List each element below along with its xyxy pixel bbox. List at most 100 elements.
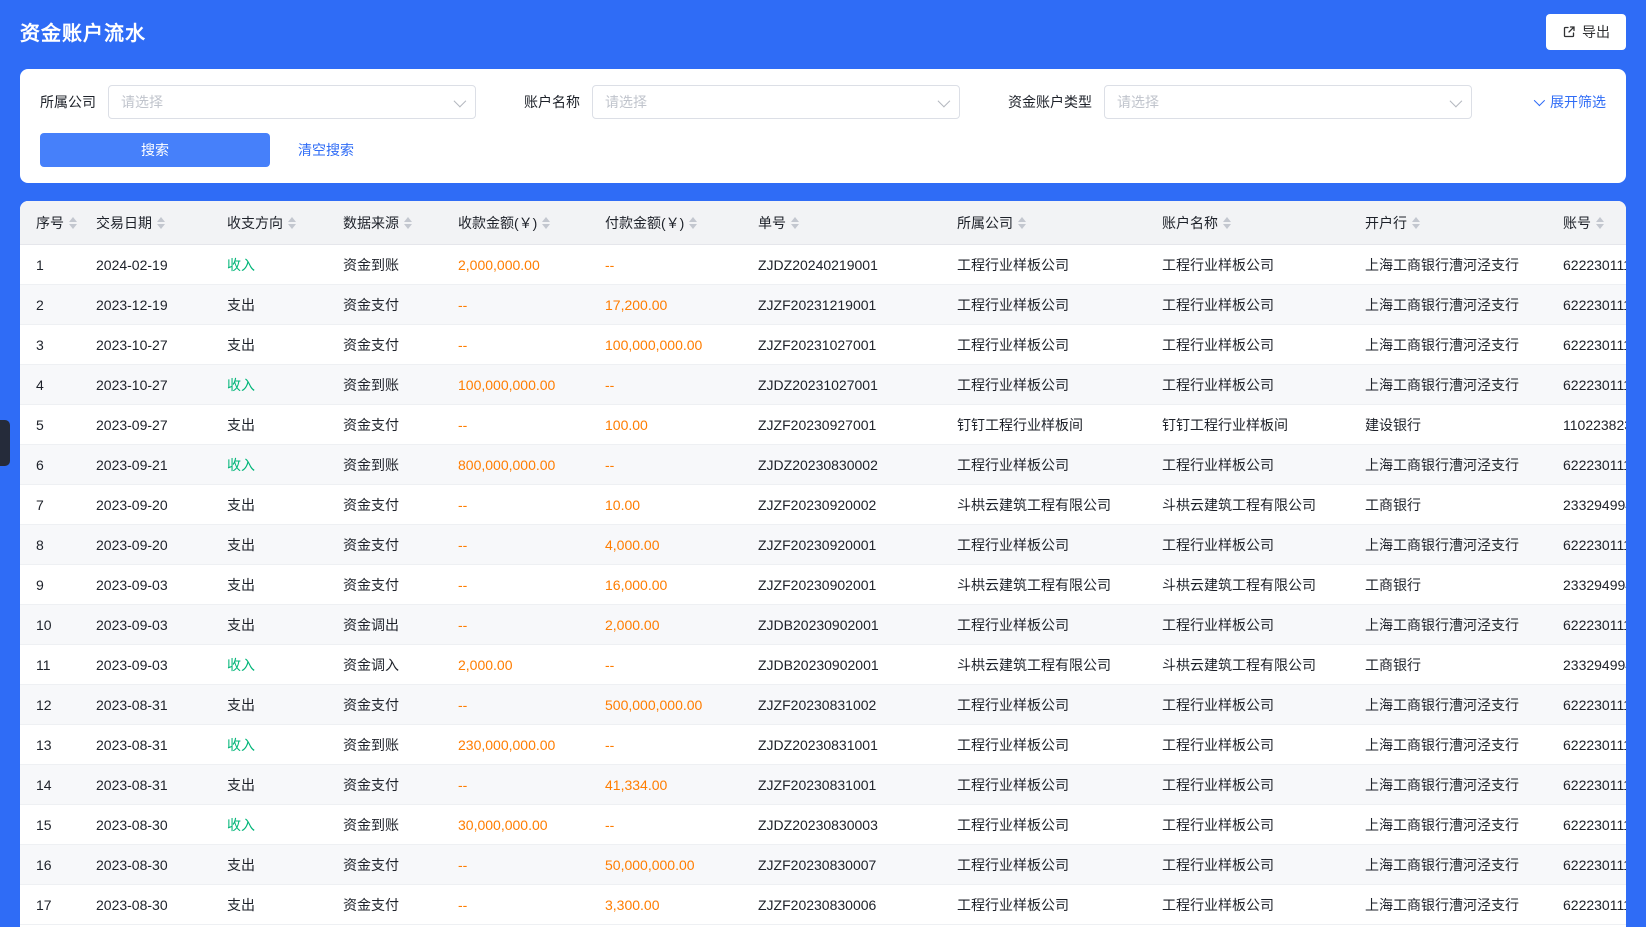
- cell-income: --: [448, 497, 595, 513]
- cell-source: 资金支付: [333, 495, 448, 515]
- chevron-down-icon: [1450, 94, 1463, 107]
- filter-group-account-type: 资金账户类型 请选择: [1008, 85, 1472, 119]
- cell-date: 2023-09-20: [86, 537, 217, 553]
- sort-icon[interactable]: [1596, 217, 1604, 229]
- table-header-row: 序号 交易日期 收支方向 数据来源 收款金额(￥) 付款金额(￥) 单号 所属: [20, 201, 1626, 245]
- cell-account_no: 622230111: [1553, 737, 1626, 753]
- cell-payment: 100.00: [595, 417, 748, 433]
- cell-direction: 支出: [217, 495, 333, 515]
- cell-payment: --: [595, 817, 748, 833]
- sort-icon[interactable]: [288, 217, 296, 229]
- chevron-down-icon: [938, 94, 951, 107]
- cell-income: --: [448, 697, 595, 713]
- cell-bank: 上海工商银行漕河泾支行: [1355, 615, 1553, 635]
- column-header-company[interactable]: 所属公司: [947, 213, 1152, 233]
- cell-account_no: 622230111: [1553, 257, 1626, 273]
- expand-filters-link[interactable]: 展开筛选: [1534, 92, 1606, 112]
- table-row: 122023-08-31支出资金支付--500,000,000.00ZJZF20…: [20, 685, 1626, 725]
- cell-income: 800,000,000.00: [448, 457, 595, 473]
- column-header-bank[interactable]: 开户行: [1355, 213, 1553, 233]
- sort-icon[interactable]: [542, 217, 550, 229]
- column-header-order-no[interactable]: 单号: [748, 213, 947, 233]
- cell-company: 斗栱云建筑工程有限公司: [947, 495, 1152, 515]
- account-type-filter-label: 资金账户类型: [1008, 92, 1092, 112]
- cell-account_name: 工程行业样板公司: [1152, 695, 1355, 715]
- cell-company: 工程行业样板公司: [947, 615, 1152, 635]
- sort-icon[interactable]: [157, 217, 165, 229]
- cell-direction: 收入: [217, 655, 333, 675]
- cell-order_no: ZJDZ20230831001: [748, 737, 947, 753]
- transactions-table: 序号 交易日期 收支方向 数据来源 收款金额(￥) 付款金额(￥) 单号 所属: [20, 201, 1626, 927]
- cell-date: 2023-09-03: [86, 617, 217, 633]
- column-header-account-name[interactable]: 账户名称: [1152, 213, 1355, 233]
- column-label: 收支方向: [227, 213, 283, 233]
- cell-payment: 50,000,000.00: [595, 857, 748, 873]
- sort-icon[interactable]: [404, 217, 412, 229]
- cell-account_name: 斗栱云建筑工程有限公司: [1152, 655, 1355, 675]
- column-header-income[interactable]: 收款金额(￥): [448, 213, 595, 233]
- cell-account_name: 工程行业样板公司: [1152, 255, 1355, 275]
- cell-order_no: ZJDZ20231027001: [748, 377, 947, 393]
- side-drawer-handle[interactable]: [0, 420, 10, 466]
- sort-icon[interactable]: [69, 217, 77, 229]
- column-header-direction[interactable]: 收支方向: [217, 213, 333, 233]
- cell-date: 2023-08-31: [86, 697, 217, 713]
- cell-direction: 支出: [217, 695, 333, 715]
- table-row: 92023-09-03支出资金支付--16,000.00ZJZF20230902…: [20, 565, 1626, 605]
- column-header-payment[interactable]: 付款金额(￥): [595, 213, 748, 233]
- cell-payment: 100,000,000.00: [595, 337, 748, 353]
- table-row: 32023-10-27支出资金支付--100,000,000.00ZJZF202…: [20, 325, 1626, 365]
- cell-bank: 上海工商银行漕河泾支行: [1355, 375, 1553, 395]
- company-select[interactable]: 请选择: [108, 85, 476, 119]
- cell-source: 资金调入: [333, 655, 448, 675]
- cell-order_no: ZJZF20230920001: [748, 537, 947, 553]
- cell-payment: 2,000.00: [595, 617, 748, 633]
- export-button[interactable]: 导出: [1546, 14, 1626, 50]
- cell-company: 工程行业样板公司: [947, 255, 1152, 275]
- column-header-account-no[interactable]: 账号: [1553, 213, 1626, 233]
- cell-seq: 11: [20, 657, 86, 673]
- cell-order_no: ZJZF20231219001: [748, 297, 947, 313]
- column-header-date[interactable]: 交易日期: [86, 213, 217, 233]
- cell-income: 230,000,000.00: [448, 737, 595, 753]
- filter-group-account: 账户名称 请选择: [524, 85, 960, 119]
- cell-company: 工程行业样板公司: [947, 775, 1152, 795]
- cell-order_no: ZJZF20230902001: [748, 577, 947, 593]
- cell-company: 工程行业样板公司: [947, 535, 1152, 555]
- account-type-select[interactable]: 请选择: [1104, 85, 1472, 119]
- cell-direction: 支出: [217, 415, 333, 435]
- cell-income: 2,000,000.00: [448, 257, 595, 273]
- cell-account_name: 工程行业样板公司: [1152, 855, 1355, 875]
- sort-icon[interactable]: [791, 217, 799, 229]
- cell-bank: 上海工商银行漕河泾支行: [1355, 775, 1553, 795]
- cell-bank: 上海工商银行漕河泾支行: [1355, 335, 1553, 355]
- cell-bank: 上海工商银行漕河泾支行: [1355, 455, 1553, 475]
- column-header-seq[interactable]: 序号: [20, 213, 86, 233]
- column-header-source[interactable]: 数据来源: [333, 213, 448, 233]
- cell-bank: 上海工商银行漕河泾支行: [1355, 695, 1553, 715]
- cell-company: 钉钉工程行业样板间: [947, 415, 1152, 435]
- search-button[interactable]: 搜索: [40, 133, 270, 167]
- cell-direction: 收入: [217, 455, 333, 475]
- cell-bank: 上海工商银行漕河泾支行: [1355, 255, 1553, 275]
- cell-payment: 4,000.00: [595, 537, 748, 553]
- sort-icon[interactable]: [1223, 217, 1231, 229]
- cell-source: 资金支付: [333, 535, 448, 555]
- cell-payment: --: [595, 737, 748, 753]
- cell-bank: 上海工商银行漕河泾支行: [1355, 895, 1553, 915]
- cell-date: 2023-09-03: [86, 657, 217, 673]
- clear-search-link[interactable]: 清空搜索: [298, 140, 354, 160]
- cell-company: 工程行业样板公司: [947, 335, 1152, 355]
- cell-direction: 支出: [217, 335, 333, 355]
- cell-seq: 2: [20, 297, 86, 313]
- account-select[interactable]: 请选择: [592, 85, 960, 119]
- column-label: 开户行: [1365, 213, 1407, 233]
- cell-date: 2023-08-30: [86, 817, 217, 833]
- cell-account_name: 工程行业样板公司: [1152, 375, 1355, 395]
- sort-icon[interactable]: [1018, 217, 1026, 229]
- cell-direction: 支出: [217, 535, 333, 555]
- cell-seq: 14: [20, 777, 86, 793]
- sort-icon[interactable]: [1412, 217, 1420, 229]
- sort-icon[interactable]: [689, 217, 697, 229]
- table-row: 12024-02-19收入资金到账2,000,000.00--ZJDZ20240…: [20, 245, 1626, 285]
